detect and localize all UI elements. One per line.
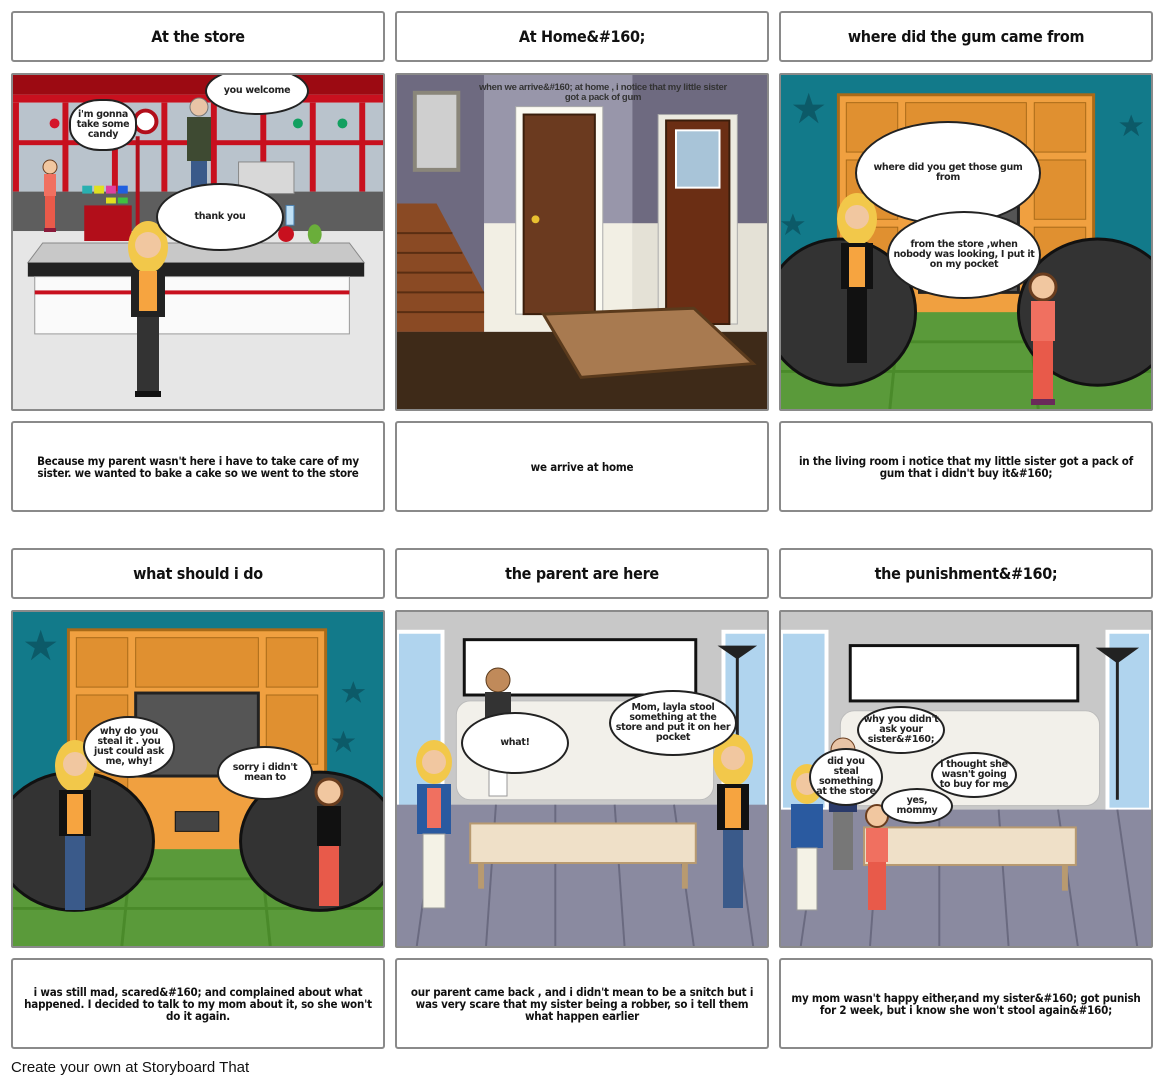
panel-3-title-text: where did the gum came from <box>847 27 1085 46</box>
speech-bubble-mom: what! <box>461 712 569 774</box>
panel-4-title: what should i do <box>11 548 385 599</box>
speech-bubble-mom: did you steal something at the store <box>809 748 883 806</box>
bubble-text: you welcome <box>223 85 291 96</box>
panel-4-caption: i was still mad, scared&#160; and compla… <box>11 958 385 1049</box>
home-background <box>397 75 767 409</box>
panel-3-caption: in the living room i notice that my litt… <box>779 421 1153 512</box>
speech-bubble-narrator: where did you get those gum from <box>855 121 1041 225</box>
panel-2-caption: we arrive at home <box>395 421 769 512</box>
panel-5-title-text: the parent are here <box>505 564 659 583</box>
panel-6-title-text: the punishment&#160; <box>874 564 1058 583</box>
panel-2-scene-home: when we arrive&#160; at home , i notice … <box>395 73 769 411</box>
panel-5-title: the parent are here <box>395 548 769 599</box>
mom-character <box>416 740 452 909</box>
bubble-text: thank you <box>194 211 246 222</box>
sister-character <box>1028 272 1058 405</box>
cashier-character <box>187 97 211 189</box>
speech-bubble-narrator: i thought she wasn't going to buy for me <box>931 752 1017 798</box>
speech-bubble-sister-thought: i'm gonna take some candy <box>69 99 137 151</box>
panel-4-scene-living-room: why do you steal it . you just could ask… <box>11 610 385 948</box>
panel-1-caption-text: Because my parent wasn't here i have to … <box>37 453 359 480</box>
panel-3-scene-living-room: where did you get those gum from from th… <box>779 73 1153 411</box>
sister-character <box>42 159 58 232</box>
panel-3-title: where did the gum came from <box>779 11 1153 62</box>
bubble-text: what! <box>500 737 530 748</box>
scene-narration-text: when we arrive&#160; at home , i notice … <box>479 82 727 103</box>
bubble-text: yes, mommy <box>896 795 938 816</box>
bubble-text: where did you get those gum from <box>873 162 1023 183</box>
speech-bubble-narrator: Mom, layla stool something at the store … <box>609 690 737 756</box>
speech-bubble-sister: yes, mommy <box>881 788 953 824</box>
bubble-text: sorry i didn't mean to <box>232 762 298 783</box>
panel-3-caption-text: in the living room i notice that my litt… <box>798 453 1134 480</box>
panel-1-scene-store: i'm gonna take some candy you welcome th… <box>11 73 385 411</box>
panel-2-title: At Home&#160; <box>395 11 769 62</box>
speech-bubble-sister: sorry i didn't mean to <box>217 746 313 800</box>
bubble-text: why you didn't ask your sister&#160; <box>863 714 939 745</box>
speech-bubble-dad: why you didn't ask your sister&#160; <box>857 706 945 754</box>
bubble-text: i thought she wasn't going to buy for me <box>939 759 1009 790</box>
narrator-character <box>713 734 753 908</box>
speech-bubble-narrator: why do you steal it . you just could ask… <box>83 716 175 778</box>
sister-character <box>314 777 344 906</box>
panel-5-caption-text: our parent came back , and i didn't mean… <box>410 984 754 1023</box>
sister-character <box>865 804 889 910</box>
panel-4-title-text: what should i do <box>133 564 263 583</box>
panel-1-title: At the store <box>11 11 385 62</box>
panel-6-caption-text: my mom wasn't happy either,and my sister… <box>791 990 1141 1017</box>
bubble-text: why do you steal it . you just could ask… <box>94 726 164 767</box>
panel-1-title-text: At the store <box>151 27 245 46</box>
panel-5-caption: our parent came back , and i didn't mean… <box>395 958 769 1049</box>
narrator-character <box>128 221 168 397</box>
panel-5-scene-living-room-sofa: what! Mom, layla stool something at the … <box>395 610 769 948</box>
panel-4-caption-text: i was still mad, scared&#160; and compla… <box>24 984 372 1023</box>
panel-2-title-text: At Home&#160; <box>518 27 646 46</box>
panel-6-scene-living-room-sofa: why you didn't ask your sister&#160; did… <box>779 610 1153 948</box>
speech-bubble-narrator: thank you <box>156 183 284 251</box>
panel-6-caption: my mom wasn't happy either,and my sister… <box>779 958 1153 1049</box>
bubble-text: i'm gonna take some candy <box>76 109 130 140</box>
bubble-text: from the store ,when nobody was looking,… <box>893 239 1035 270</box>
storyboard-that-footer-link[interactable]: Create your own at Storyboard That <box>11 1059 249 1076</box>
panel-2-caption-text: we arrive at home <box>530 459 634 474</box>
narrator-character <box>837 193 877 363</box>
bubble-text: did you steal something at the store <box>816 756 876 797</box>
panel-6-title: the punishment&#160; <box>779 548 1153 599</box>
bubble-text: Mom, layla stool something at the store … <box>615 702 731 743</box>
speech-bubble-sister: from the store ,when nobody was looking,… <box>887 211 1041 299</box>
panel-1-caption: Because my parent wasn't here i have to … <box>11 421 385 512</box>
